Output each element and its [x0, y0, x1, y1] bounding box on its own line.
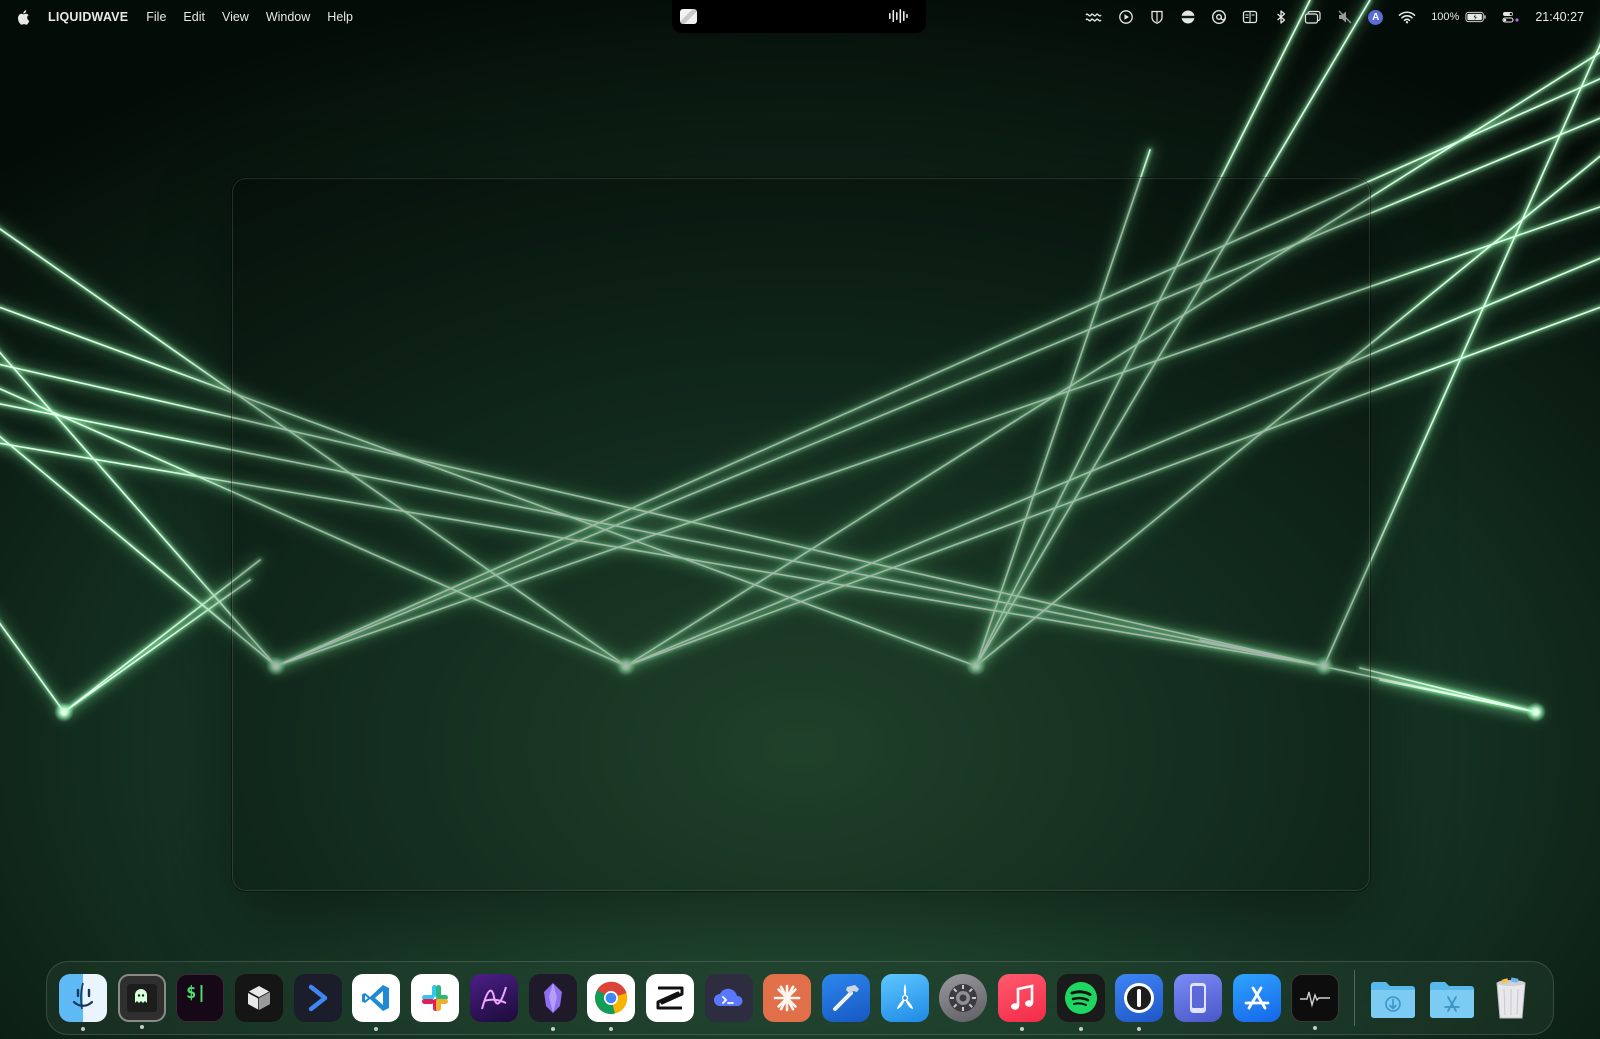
active-app-name[interactable]: LIQUIDWAVE: [48, 10, 128, 24]
battery-icon[interactable]: [1465, 9, 1487, 25]
menu-window[interactable]: Window: [266, 10, 310, 24]
mute-icon[interactable]: [1337, 9, 1353, 25]
running-indicator: [1137, 1027, 1142, 1031]
album-art-icon: [680, 9, 697, 24]
applications-folder-icon[interactable]: [1428, 974, 1476, 1022]
ghost-terminal-icon[interactable]: [117, 974, 166, 1029]
slack-icon[interactable]: [411, 974, 460, 1022]
window-icon[interactable]: [1304, 9, 1322, 25]
propeller-icon[interactable]: [880, 974, 929, 1022]
dollar-terminal-icon[interactable]: $|: [176, 974, 225, 1022]
password-key-icon[interactable]: [1115, 974, 1164, 1031]
downloads-folder-icon[interactable]: [1369, 974, 1417, 1022]
audio-wave-icon: [889, 9, 908, 23]
phone-icon[interactable]: [1174, 974, 1223, 1022]
running-indicator: [81, 1027, 85, 1031]
gear-icon[interactable]: [939, 974, 988, 1022]
laser-source: [1526, 702, 1546, 722]
stripes-icon[interactable]: [1180, 9, 1196, 25]
cloud-terminal-icon[interactable]: [704, 974, 753, 1022]
spotify-icon[interactable]: [1056, 974, 1105, 1031]
chrome-icon[interactable]: [587, 974, 636, 1031]
split-view-icon[interactable]: [1242, 9, 1258, 25]
battery-percent: 100%: [1431, 11, 1460, 23]
running-indicator: [139, 1025, 144, 1029]
activity-wave-icon[interactable]: [1291, 974, 1340, 1030]
obsidian-icon[interactable]: [528, 974, 577, 1031]
control-center-icon[interactable]: [1502, 9, 1520, 25]
at-sign-icon[interactable]: [1211, 9, 1227, 25]
running-indicator: [609, 1027, 614, 1031]
music-note-icon[interactable]: [998, 974, 1046, 1031]
running-indicator: [1078, 1027, 1083, 1031]
wave-icon[interactable]: [1085, 9, 1103, 25]
chevron-right-icon[interactable]: [293, 974, 342, 1022]
dock: $|: [46, 961, 1554, 1035]
capcut-icon[interactable]: [645, 974, 694, 1022]
dock-separator: [1354, 970, 1356, 1026]
shield-icon[interactable]: [1149, 9, 1165, 25]
apple-menu-icon[interactable]: [16, 9, 32, 25]
hammer-icon[interactable]: [821, 974, 870, 1022]
running-indicator: [1020, 1027, 1024, 1031]
menu-bar-clock[interactable]: 21:40:27: [1535, 10, 1584, 24]
vector-pen-icon[interactable]: [469, 974, 518, 1022]
app-store-icon[interactable]: [1232, 974, 1281, 1022]
play-circle-icon[interactable]: [1118, 9, 1134, 25]
wifi-icon[interactable]: [1398, 9, 1416, 25]
running-indicator: [550, 1027, 555, 1031]
finder-icon[interactable]: [59, 974, 107, 1031]
trash-icon[interactable]: [1487, 974, 1535, 1022]
menu-help[interactable]: Help: [327, 10, 353, 24]
menu-view[interactable]: View: [222, 10, 249, 24]
input-source-icon[interactable]: A: [1368, 9, 1384, 25]
asterisk-burst-icon[interactable]: [763, 974, 812, 1022]
transparent-window[interactable]: [232, 178, 1370, 891]
cube-icon[interactable]: [235, 974, 284, 1022]
running-indicator: [1313, 1026, 1318, 1030]
menu-edit[interactable]: Edit: [183, 10, 205, 24]
vscode-icon[interactable]: [352, 974, 401, 1031]
menu-file[interactable]: File: [146, 10, 166, 24]
running-indicator: [374, 1027, 379, 1031]
laser-source: [54, 702, 74, 722]
bluetooth-icon[interactable]: [1273, 9, 1289, 25]
menu-bar: LIQUIDWAVE File Edit View Window Help A …: [0, 0, 1600, 34]
now-playing-notch[interactable]: [672, 0, 926, 33]
